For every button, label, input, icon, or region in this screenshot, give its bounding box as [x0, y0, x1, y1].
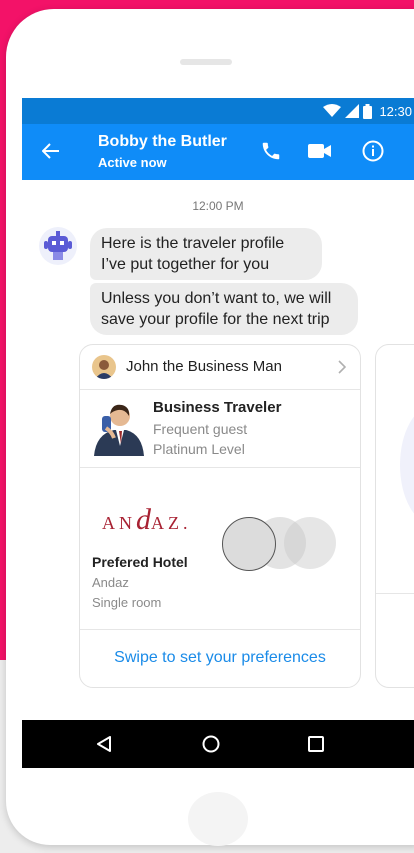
- chevron-right-icon[interactable]: [338, 360, 346, 374]
- touch-indicator: [222, 517, 342, 573]
- phone-call-icon[interactable]: [260, 140, 282, 162]
- nav-recents-icon[interactable]: [308, 736, 324, 752]
- card-header[interactable]: John the Business Man: [80, 345, 360, 390]
- contact-status: Active now: [98, 155, 167, 170]
- signal-icon: [345, 104, 360, 118]
- message-bubble: Unless you don’t want to, we will save y…: [90, 283, 358, 335]
- user-avatar: [92, 355, 116, 379]
- hotel-logo: ANdAZ.: [102, 503, 192, 536]
- status-bar: 12:30: [22, 98, 414, 124]
- hotel-section: ANdAZ. Prefered Hotel Andaz Single room: [80, 467, 360, 630]
- touch-point-circle: [222, 517, 276, 571]
- profile-name: John the Business Man: [126, 358, 282, 375]
- status-icons: 12:30: [323, 98, 414, 124]
- bot-avatar-icon: [39, 227, 77, 265]
- chat-area: 12:00 PM Here is the traveler profile I’…: [22, 180, 414, 720]
- business-traveler-illustration: [94, 404, 144, 456]
- nav-back-icon[interactable]: [96, 736, 112, 752]
- phone-screen: 12:30 Bobby the Butler Active now 12:00 …: [22, 98, 414, 768]
- battery-icon: [363, 103, 373, 119]
- contact-name: Bobby the Butler: [98, 133, 227, 150]
- wifi-icon: [323, 104, 342, 117]
- nav-home-icon[interactable]: [202, 735, 220, 753]
- profile-subtitle: Frequent guest: [153, 421, 248, 437]
- swipe-preferences-button[interactable]: Swipe to set your preferences: [80, 629, 360, 687]
- message-bubble: Here is the traveler profile I’ve put to…: [90, 228, 322, 280]
- profile-title: Business Traveler: [153, 399, 282, 416]
- back-arrow-icon[interactable]: [42, 142, 60, 160]
- traveler-profile-card[interactable]: John the Business Man Business Traveler …: [79, 344, 361, 688]
- profile-level: Platinum Level: [153, 441, 245, 457]
- next-card-peek[interactable]: [375, 344, 414, 688]
- info-icon[interactable]: [362, 140, 384, 162]
- message-timestamp: 12:00 PM: [192, 199, 244, 213]
- video-call-icon[interactable]: [308, 143, 332, 159]
- next-card-illustration: [376, 416, 414, 594]
- app-bar: Bobby the Butler Active now: [22, 124, 414, 180]
- phone-home-button[interactable]: [188, 792, 248, 846]
- status-time: 12:30: [379, 103, 412, 119]
- phone-speaker: [180, 59, 232, 65]
- profile-section: Business Traveler Frequent guest Platinu…: [80, 389, 360, 468]
- android-nav-bar: [22, 720, 414, 768]
- hotel-label: Prefered Hotel: [92, 554, 188, 570]
- hotel-name: Andaz: [92, 575, 129, 590]
- hotel-room: Single room: [92, 595, 162, 610]
